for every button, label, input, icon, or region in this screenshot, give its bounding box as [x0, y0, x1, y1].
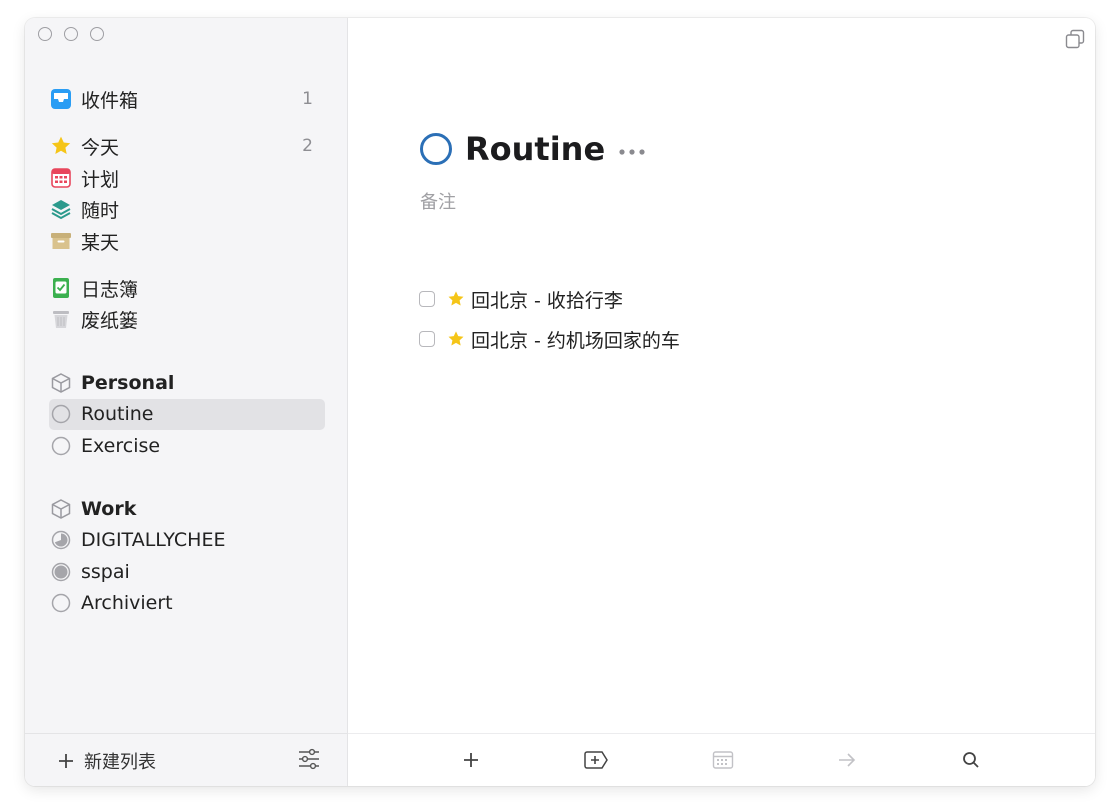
area-box-icon: [49, 371, 73, 395]
archive-box-icon: [49, 229, 73, 253]
app-window: 收件箱 1 今天 2 计划 随时 某天 日志簿 废纸篓 Personal Rou…: [25, 18, 1095, 786]
copy-window-icon: [1064, 28, 1086, 50]
sidebar-item-label: 日志簿: [81, 278, 139, 301]
new-list-button[interactable]: 新建列表: [56, 748, 156, 774]
more-options-icon[interactable]: [617, 147, 647, 157]
calendar-icon: [712, 750, 734, 770]
sidebar-item-today[interactable]: 今天 2: [49, 131, 323, 161]
layers-icon: [49, 197, 73, 221]
todo-title: 回北京 - 约机场回家的车: [471, 329, 680, 352]
todo-checkbox[interactable]: [419, 291, 435, 307]
area-work[interactable]: Work: [49, 494, 323, 524]
todo-title: 回北京 - 收拾行李: [471, 289, 623, 312]
trash-icon: [49, 307, 73, 331]
main-content: Routine 备注 回北京 - 收拾行李 回北京 - 约机场回家的车: [348, 18, 1095, 786]
minimize-window-button[interactable]: [64, 27, 78, 41]
project-progress-pie-icon: [49, 528, 73, 552]
new-window-button[interactable]: [1064, 28, 1086, 50]
project-archiviert[interactable]: Archiviert: [49, 588, 323, 618]
sidebar: 收件箱 1 今天 2 计划 随时 某天 日志簿 废纸篓 Personal Rou…: [25, 18, 348, 786]
add-heading-button[interactable]: [583, 748, 609, 772]
star-icon: [447, 330, 465, 348]
project-circle-icon: [49, 434, 73, 458]
notes-field[interactable]: 备注: [420, 188, 456, 214]
project-status-circle-icon[interactable]: [419, 132, 453, 166]
area-personal[interactable]: Personal: [49, 368, 323, 398]
page-title[interactable]: Routine: [465, 130, 605, 168]
sidebar-item-anytime[interactable]: 随时: [49, 194, 323, 224]
sidebar-item-label: 随时: [81, 199, 120, 222]
sidebar-item-upcoming[interactable]: 计划: [49, 163, 323, 193]
sidebar-footer: 新建列表: [25, 733, 347, 786]
filter-settings-button[interactable]: [297, 748, 321, 770]
today-count: 2: [302, 136, 313, 156]
new-todo-button[interactable]: [458, 748, 484, 772]
add-heading-icon: [583, 750, 609, 770]
sidebar-item-someday[interactable]: 某天: [49, 226, 323, 256]
todo-item[interactable]: 回北京 - 约机场回家的车: [419, 326, 680, 352]
search-button[interactable]: [958, 748, 984, 772]
project-progress-pie-icon: [49, 560, 73, 584]
project-exercise[interactable]: Exercise: [49, 431, 323, 461]
zoom-window-button[interactable]: [90, 27, 104, 41]
sidebar-item-label: 计划: [81, 168, 120, 191]
move-button[interactable]: [834, 748, 860, 772]
sidebar-item-label: 废纸篓: [81, 309, 139, 332]
search-icon: [961, 750, 981, 770]
project-label: Routine: [81, 403, 154, 425]
area-box-icon: [49, 497, 73, 521]
schedule-button[interactable]: [710, 748, 736, 772]
project-header: Routine: [419, 130, 647, 168]
sidebar-item-inbox[interactable]: 收件箱 1: [49, 84, 323, 114]
project-label: DIGITALLYCHEE: [81, 529, 226, 551]
project-label: Archiviert: [81, 592, 173, 614]
sidebar-item-label: 今天: [81, 136, 120, 159]
logbook-icon: [49, 276, 73, 300]
project-label: sspai: [81, 561, 130, 583]
inbox-icon: [49, 87, 73, 111]
bottom-toolbar: [348, 733, 1095, 786]
area-label: Personal: [81, 372, 175, 394]
project-circle-icon: [49, 402, 73, 426]
project-sspai[interactable]: sspai: [49, 557, 323, 587]
area-label: Work: [81, 498, 137, 520]
todo-item[interactable]: 回北京 - 收拾行李: [419, 286, 623, 312]
close-window-button[interactable]: [38, 27, 52, 41]
sidebar-item-trash[interactable]: 废纸篓: [49, 304, 323, 334]
star-icon: [447, 290, 465, 308]
sidebar-item-logbook[interactable]: 日志簿: [49, 273, 323, 303]
project-digitallychee[interactable]: DIGITALLYCHEE: [49, 525, 323, 555]
plus-icon: [461, 750, 481, 770]
new-list-label: 新建列表: [84, 752, 156, 773]
inbox-count: 1: [302, 89, 313, 109]
star-icon: [49, 134, 73, 158]
todo-checkbox[interactable]: [419, 331, 435, 347]
plus-icon: [56, 751, 76, 771]
calendar-icon: [49, 166, 73, 190]
project-routine[interactable]: Routine: [49, 399, 323, 429]
sidebar-item-label: 某天: [81, 231, 120, 254]
project-label: Exercise: [81, 435, 161, 457]
window-controls: [38, 27, 104, 41]
arrow-right-icon: [836, 750, 858, 770]
sliders-icon: [297, 748, 321, 770]
project-circle-icon: [49, 591, 73, 615]
sidebar-item-label: 收件箱: [81, 89, 139, 112]
